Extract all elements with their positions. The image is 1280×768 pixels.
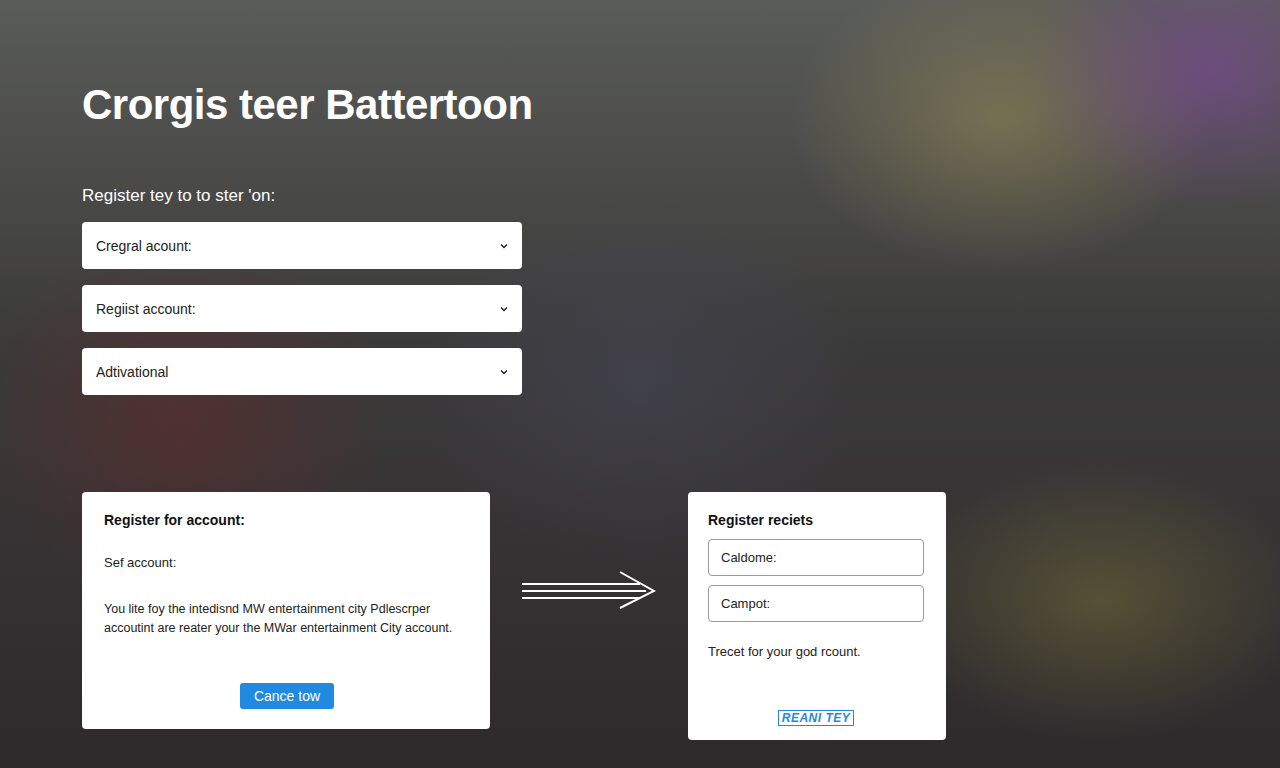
page: Crorgis teer Battertoon Register tey to t… — [0, 0, 1280, 768]
chevron-down-icon — [498, 240, 510, 252]
field-list: Caldome: Campot: — [708, 539, 924, 622]
card-body: You lite foy the intedisnd MW entertainm… — [104, 600, 470, 638]
dropdown[interactable]: Cregral acount: — [82, 222, 522, 269]
chevron-down-icon — [498, 303, 510, 315]
arrow — [522, 570, 656, 610]
chevron-down-icon — [498, 366, 510, 378]
card-note: Trecet for your god rcount. — [708, 644, 924, 659]
register-card: Register for account: Sef account: You lit… — [82, 492, 490, 729]
page-subtitle: Register tey to to ster 'on: — [82, 185, 1280, 207]
card-title: Register for account: — [104, 511, 470, 529]
receipts-card: Register reciets Caldome: Campot: Trecet fo… — [688, 492, 946, 740]
text-field[interactable]: Campot: — [708, 585, 924, 622]
card-title: Register reciets — [708, 511, 924, 529]
dropdown[interactable]: Adtivational — [82, 348, 522, 395]
dropdown[interactable]: Regiist account: — [82, 285, 522, 332]
link-button[interactable]: REANI TEY — [778, 710, 855, 726]
dropdown-list: Cregral acount: Regiist account: Adtivatio… — [82, 222, 522, 395]
text-field[interactable]: Caldome: — [708, 539, 924, 576]
cancel-button[interactable]: Cance tow — [240, 683, 334, 709]
card-label: Sef account: — [104, 555, 470, 570]
arrow-right-icon — [522, 570, 656, 610]
bottom-row: Register for account: Sef account: You lit… — [82, 492, 1280, 740]
page-title: Crorgis teer Battertoon — [82, 80, 1280, 130]
